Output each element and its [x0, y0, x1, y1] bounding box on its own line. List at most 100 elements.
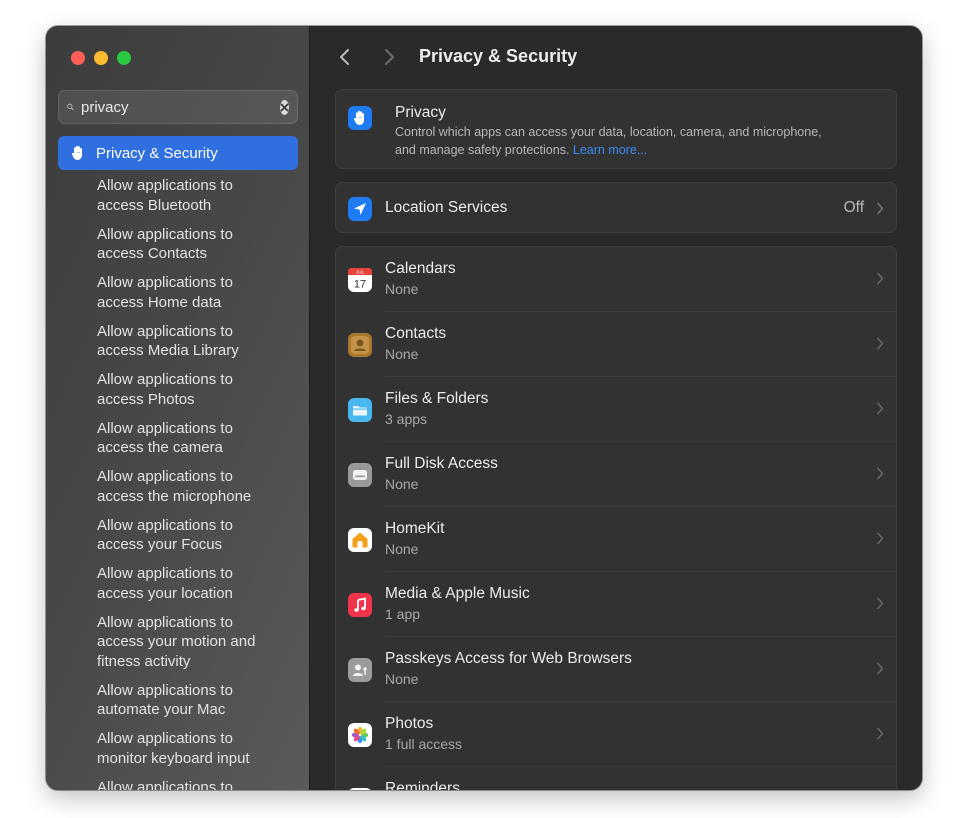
- row-homekit[interactable]: HomeKit None: [336, 507, 896, 572]
- result-line: Allow applications to: [97, 322, 233, 340]
- location-services-label: Location Services: [385, 199, 508, 216]
- zoom-window-button[interactable]: [117, 51, 131, 65]
- result-line: access the microphone: [97, 487, 252, 505]
- forward-button[interactable]: [379, 47, 399, 67]
- sidebar-result-microphone[interactable]: Allow applications to access the microph…: [97, 467, 302, 506]
- chevron-right-icon: [877, 532, 884, 545]
- search-icon: [67, 103, 74, 111]
- result-line: Allow applications to: [97, 778, 233, 791]
- row-title: Passkeys Access for Web Browsers: [385, 650, 632, 667]
- result-line: access Media Library: [97, 342, 239, 359]
- settings-window: Privacy & Security Allow applications to…: [46, 26, 922, 790]
- row-title: Media & Apple Music: [385, 585, 530, 602]
- sidebar-result-automate-mac[interactable]: Allow applications to automate your Mac: [97, 681, 302, 720]
- calendar-day-text: 17: [354, 279, 366, 291]
- result-line: access the camera: [97, 439, 223, 456]
- learn-more-link[interactable]: Learn more...: [573, 143, 647, 157]
- row-subtitle: 3 apps: [385, 411, 428, 427]
- chevron-right-icon: [877, 662, 884, 675]
- row-subtitle: None: [385, 671, 419, 687]
- window-controls: [71, 51, 131, 65]
- sidebar-result-location[interactable]: Allow applications to access your locati…: [97, 564, 302, 603]
- chevron-left-icon: [340, 49, 349, 65]
- chevron-right-icon: [877, 402, 884, 415]
- row-title: Contacts: [385, 325, 447, 342]
- result-line: fitness activity: [97, 652, 191, 670]
- result-line: Allow applications to: [97, 274, 233, 291]
- result-line: automate your Mac: [97, 701, 226, 718]
- row-reminders[interactable]: Reminders: [336, 767, 896, 790]
- search-field[interactable]: [58, 90, 298, 124]
- row-media-apple-music[interactable]: Media & Apple Music 1 app: [336, 572, 896, 637]
- sidebar-item-privacy-security[interactable]: Privacy & Security: [58, 136, 298, 170]
- intro-description: Control which apps can access your data,…: [395, 124, 845, 159]
- chevron-right-icon: [877, 467, 884, 480]
- row-passkeys[interactable]: Passkeys Access for Web Browsers None: [336, 637, 896, 702]
- minimize-window-button[interactable]: [94, 51, 108, 65]
- sidebar-result-keyboard-input[interactable]: Allow applications to monitor keyboard i…: [97, 729, 302, 768]
- music-icon: [348, 593, 372, 617]
- privacy-hand-icon: [348, 106, 372, 130]
- chevron-right-icon: [877, 597, 884, 610]
- location-arrow-icon: [348, 197, 372, 221]
- close-window-button[interactable]: [71, 51, 85, 65]
- privacy-intro-card: Privacy Control which apps can access yo…: [335, 89, 897, 169]
- calendar-month-text: JUL: [356, 270, 364, 275]
- row-files-folders[interactable]: Files & Folders 3 apps: [336, 377, 896, 442]
- sidebar-result-truncated[interactable]: Allow applications to: [97, 778, 302, 791]
- sidebar-result-contacts[interactable]: Allow applications to access Contacts: [97, 225, 302, 264]
- result-line: Allow applications to: [97, 225, 233, 243]
- search-input[interactable]: [81, 98, 280, 116]
- back-button[interactable]: [335, 47, 355, 67]
- sidebar-item-label: Privacy & Security: [96, 144, 218, 162]
- row-subtitle: 1 full access: [385, 736, 463, 752]
- reminders-icon: [349, 788, 371, 790]
- row-title: Full Disk Access: [385, 455, 498, 472]
- result-line: Allow applications to: [97, 613, 233, 631]
- result-line: access your Focus: [97, 536, 223, 553]
- page-title: Privacy & Security: [419, 46, 578, 66]
- result-line: access Contacts: [97, 245, 208, 262]
- result-line: access your location: [97, 584, 233, 602]
- sidebar-result-photos[interactable]: Allow applications to access Photos: [97, 370, 302, 409]
- row-title: Photos: [385, 715, 434, 732]
- chevron-right-icon: [877, 727, 884, 740]
- result-line: monitor keyboard input: [97, 749, 250, 767]
- location-services-row[interactable]: Location Services Off: [335, 182, 897, 233]
- row-subtitle: 1 app: [385, 606, 421, 622]
- row-subtitle: None: [385, 476, 419, 492]
- sidebar-result-media-library[interactable]: Allow applications to access Media Libra…: [97, 322, 302, 361]
- sidebar-result-motion-fitness[interactable]: Allow applications to access your motion…: [97, 613, 302, 672]
- row-subtitle: None: [385, 346, 419, 362]
- chevron-right-icon: [385, 49, 394, 65]
- chevron-right-icon: [877, 202, 884, 215]
- row-subtitle: None: [385, 541, 419, 557]
- passkey-icon: [348, 658, 372, 682]
- row-photos[interactable]: Photos 1 full access: [336, 702, 896, 767]
- chevron-right-icon: [877, 337, 884, 350]
- result-line: Allow applications to: [97, 516, 233, 534]
- result-line: access your motion and: [97, 633, 256, 650]
- row-title: HomeKit: [385, 520, 445, 537]
- result-line: access Home data: [97, 293, 222, 311]
- calendar-icon: JUL 17: [348, 268, 372, 292]
- sidebar-result-focus[interactable]: Allow applications to access your Focus: [97, 516, 302, 555]
- result-line: access Photos: [97, 390, 195, 408]
- sidebar-result-home-data[interactable]: Allow applications to access Home data: [97, 273, 302, 312]
- row-title: Reminders: [385, 780, 460, 790]
- result-line: Allow applications to: [97, 177, 233, 194]
- permissions-list: JUL 17 Calendars None Contacts None File…: [335, 246, 897, 790]
- contacts-icon: [348, 333, 372, 357]
- sidebar-result-camera[interactable]: Allow applications to access the camera: [97, 419, 302, 458]
- row-title: Files & Folders: [385, 390, 489, 407]
- sidebar-result-bluetooth[interactable]: Allow applications to access Bluetooth: [97, 176, 302, 215]
- sidebar: Privacy & Security Allow applications to…: [46, 26, 310, 790]
- row-calendars[interactable]: JUL 17 Calendars None: [336, 247, 896, 312]
- photos-icon: [348, 723, 372, 747]
- row-contacts[interactable]: Contacts None: [336, 312, 896, 377]
- clear-search-icon[interactable]: [280, 99, 289, 115]
- row-full-disk-access[interactable]: Full Disk Access None: [336, 442, 896, 507]
- result-line: Allow applications to: [97, 730, 233, 747]
- main-pane: Privacy & Security Privacy Control which…: [311, 26, 922, 790]
- location-services-value: Off: [843, 199, 864, 216]
